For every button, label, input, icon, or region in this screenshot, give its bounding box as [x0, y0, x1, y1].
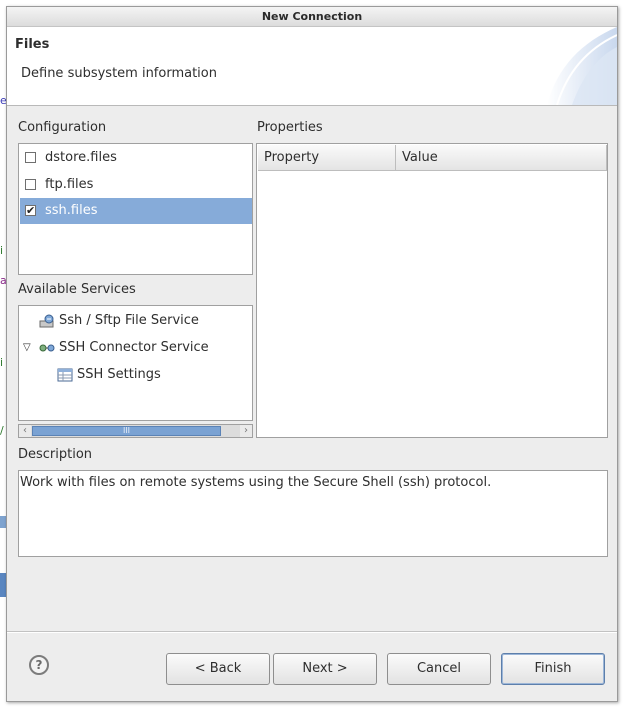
configuration-label: Configuration: [18, 120, 107, 135]
scroll-right-icon[interactable]: ›: [240, 425, 252, 437]
connector-service-icon: [39, 344, 55, 352]
properties-label: Properties: [257, 120, 323, 135]
tree-item-label: SSH Connector Service: [59, 340, 209, 355]
tree-item-label: Ssh / Sftp File Service: [59, 313, 199, 328]
configuration-list[interactable]: dstore.files ftp.files ✔ ssh.files: [18, 143, 253, 275]
page-description: Define subsystem information: [21, 66, 217, 81]
configuration-item-label: ssh.files: [45, 203, 98, 218]
properties-table[interactable]: Property Value: [256, 143, 608, 438]
checkbox-checked[interactable]: ✔: [25, 205, 36, 216]
dialog-title: New Connection: [7, 7, 617, 27]
cancel-button[interactable]: Cancel: [387, 653, 491, 685]
column-header-value[interactable]: Value: [396, 145, 607, 171]
new-connection-dialog: New Connection Files Define subsystem in…: [6, 6, 618, 702]
expand-toggle-icon[interactable]: ▽: [23, 335, 31, 361]
configuration-item-ftp[interactable]: ftp.files: [20, 172, 252, 198]
configuration-item-ssh[interactable]: ✔ ssh.files: [20, 198, 252, 224]
configuration-item-dstore[interactable]: dstore.files: [20, 145, 252, 171]
page-title: Files: [15, 37, 50, 52]
button-bar-separator: [7, 631, 617, 633]
available-services-tree[interactable]: Ssh / Sftp File Service ▽ SSH Connector …: [18, 305, 253, 421]
finish-button[interactable]: Finish: [501, 653, 605, 685]
background-fragment: i: [0, 356, 4, 369]
services-horizontal-scrollbar[interactable]: ‹ III ›: [18, 424, 253, 438]
background-fragment: /: [0, 424, 4, 437]
wizard-banner-graphic: [547, 27, 617, 105]
checkbox[interactable]: [25, 152, 36, 163]
description-box: Work with files on remote systems using …: [18, 470, 608, 557]
file-service-icon: [39, 314, 54, 328]
configuration-item-label: dstore.files: [45, 150, 117, 165]
configuration-item-label: ftp.files: [45, 177, 94, 192]
available-services-label: Available Services: [18, 282, 136, 297]
scroll-left-icon[interactable]: ‹: [19, 425, 31, 437]
checkbox[interactable]: [25, 179, 36, 190]
tree-item-label: SSH Settings: [77, 367, 161, 382]
settings-table-icon: [57, 368, 73, 382]
help-button[interactable]: ?: [29, 655, 49, 675]
column-header-property[interactable]: Property: [258, 145, 396, 171]
scroll-thumb[interactable]: III: [32, 426, 221, 436]
wizard-banner: Files Define subsystem information: [7, 27, 617, 106]
background-fragment: i: [0, 244, 4, 257]
back-button[interactable]: < Back: [166, 653, 270, 685]
description-text: Work with files on remote systems using …: [20, 475, 492, 490]
next-button[interactable]: Next >: [273, 653, 377, 685]
description-label: Description: [18, 447, 93, 462]
